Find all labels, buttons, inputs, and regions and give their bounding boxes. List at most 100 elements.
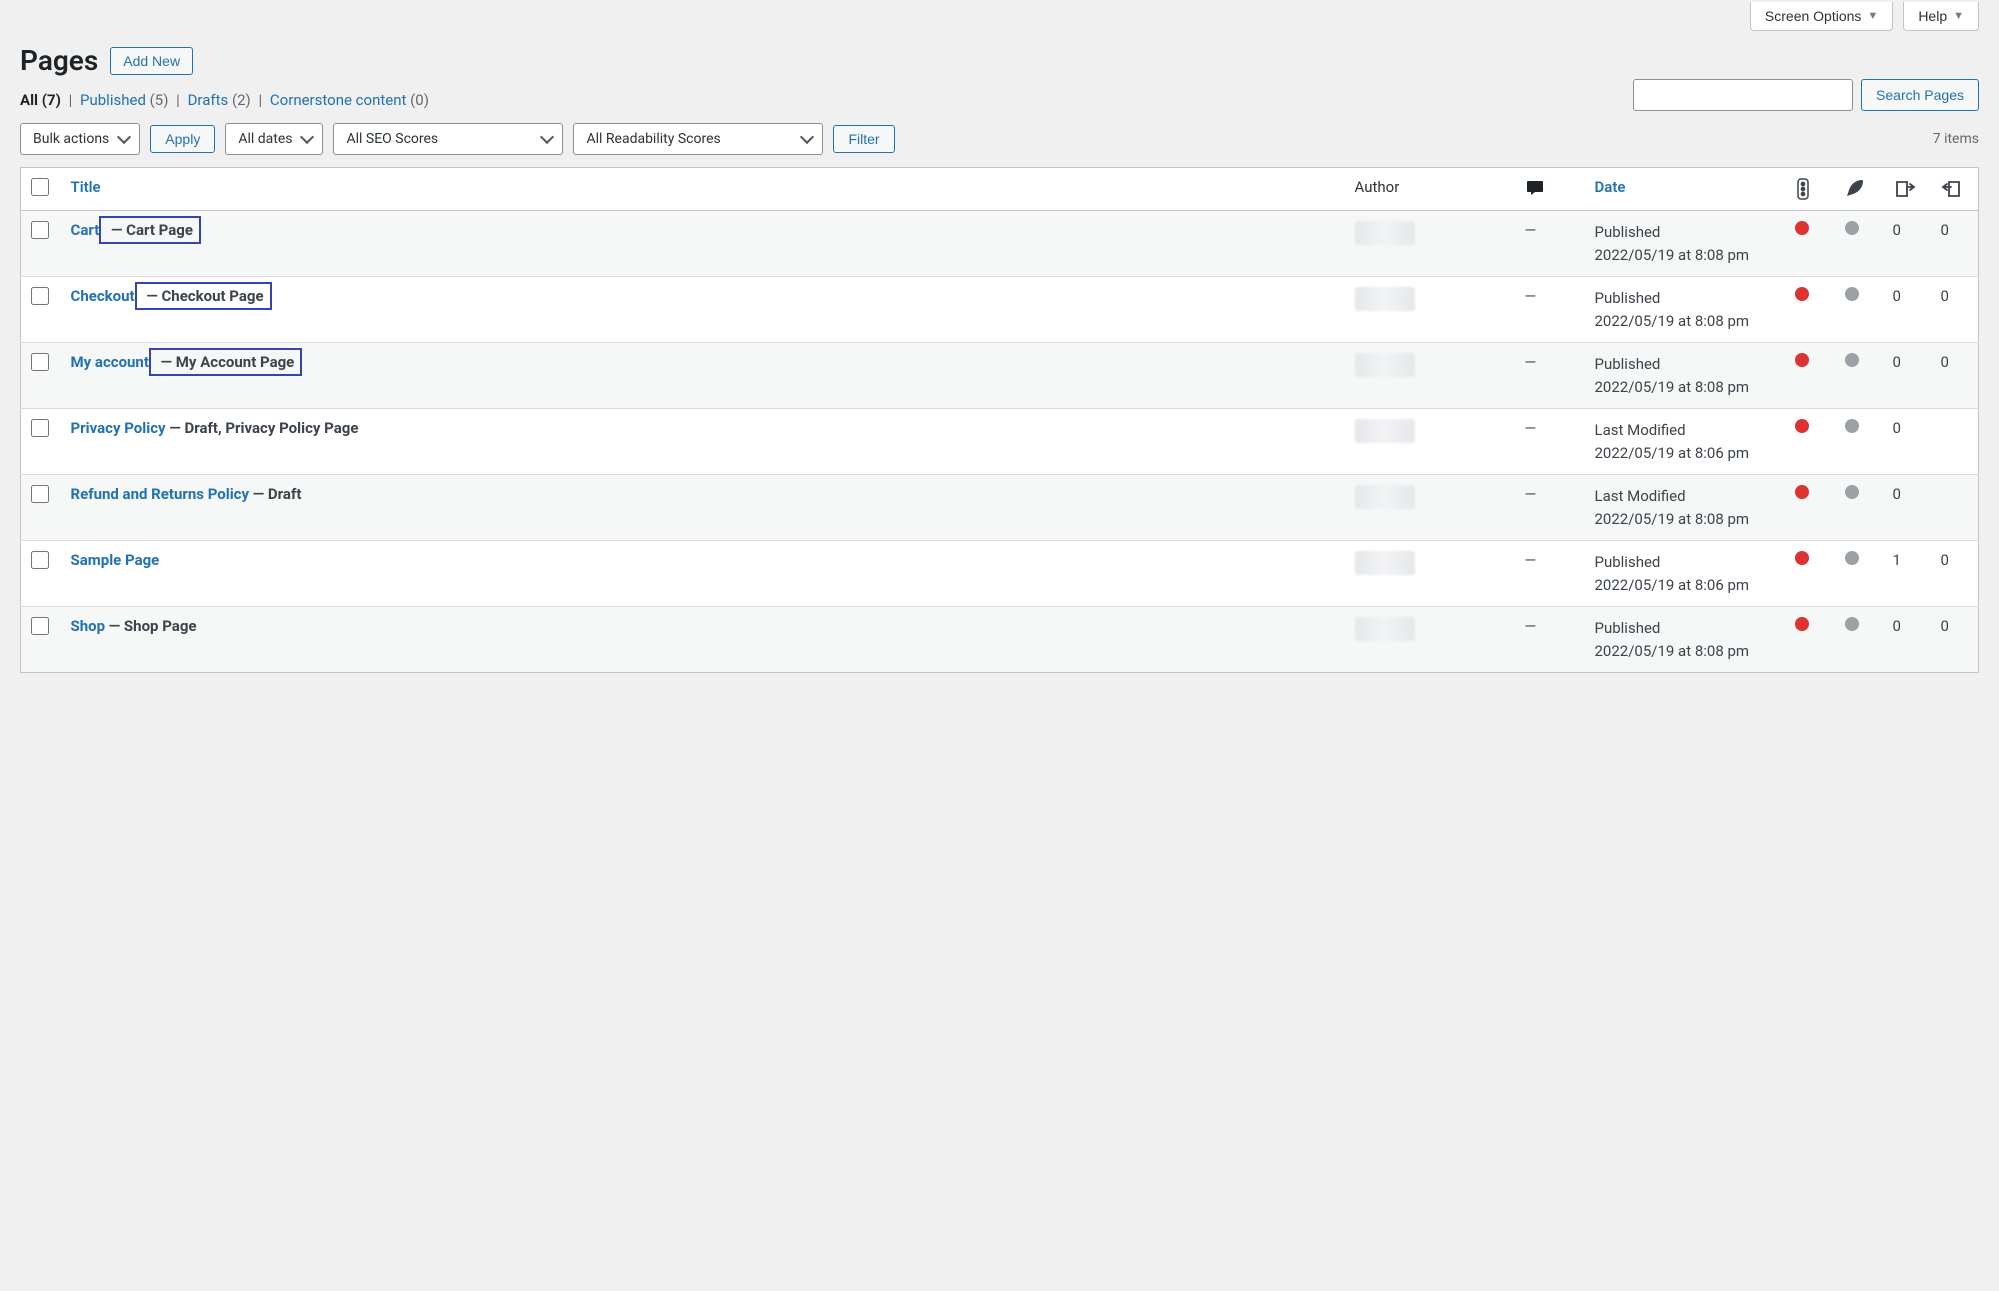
comment-count: — xyxy=(1525,617,1537,635)
item-count: 7 items xyxy=(1933,131,1979,147)
filter-published[interactable]: Published xyxy=(80,91,146,109)
col-outgoing-links[interactable] xyxy=(1883,168,1931,211)
author-blurred xyxy=(1355,353,1415,377)
readability-select[interactable]: All Readability Scores xyxy=(573,123,823,155)
outgoing-count: 0 xyxy=(1893,419,1901,437)
date-status: Published xyxy=(1595,619,1661,637)
seo-dot xyxy=(1795,287,1809,301)
chevron-down-icon: ▼ xyxy=(1867,10,1878,22)
comment-count: — xyxy=(1525,353,1537,371)
readability-dot xyxy=(1845,353,1859,367)
page-state: — Shop Page xyxy=(105,617,196,635)
comment-count: — xyxy=(1525,551,1537,569)
filter-all[interactable]: All (7) xyxy=(20,91,61,109)
row-checkbox[interactable] xyxy=(31,617,49,635)
dates-select[interactable]: All dates xyxy=(225,123,323,155)
help-button[interactable]: Help ▼ xyxy=(1903,2,1979,31)
page-title-link[interactable]: Shop xyxy=(71,617,106,635)
date-value: 2022/05/19 at 8:08 pm xyxy=(1595,312,1750,330)
seo-score-select[interactable]: All SEO Scores xyxy=(333,123,563,155)
screen-options-button[interactable]: Screen Options ▼ xyxy=(1750,2,1893,31)
col-seo[interactable] xyxy=(1785,168,1835,211)
date-value: 2022/05/19 at 8:08 pm xyxy=(1595,642,1750,660)
help-label: Help xyxy=(1918,8,1947,24)
outgoing-count: 0 xyxy=(1893,287,1901,305)
outgoing-count: 0 xyxy=(1893,353,1901,371)
outgoing-count: 0 xyxy=(1893,485,1901,503)
page-state: — Draft xyxy=(249,485,301,503)
filter-cornerstone[interactable]: Cornerstone content xyxy=(270,91,406,109)
page-title-link[interactable]: Sample Page xyxy=(71,551,160,569)
filter-drafts[interactable]: Drafts xyxy=(188,91,229,109)
author-blurred xyxy=(1355,485,1415,509)
col-comments[interactable] xyxy=(1515,168,1585,211)
col-author: Author xyxy=(1345,168,1515,211)
author-blurred xyxy=(1355,221,1415,245)
search-pages-button[interactable]: Search Pages xyxy=(1861,79,1979,111)
table-row: Privacy Policy — Draft, Privacy Policy P… xyxy=(21,409,1979,475)
incoming-count: 0 xyxy=(1941,551,1949,569)
chevron-down-icon: ▼ xyxy=(1953,10,1964,22)
seo-dot xyxy=(1795,485,1809,499)
row-checkbox[interactable] xyxy=(31,551,49,569)
outgoing-count: 1 xyxy=(1893,551,1901,569)
incoming-count: 0 xyxy=(1941,221,1949,239)
add-new-button[interactable]: Add New xyxy=(110,47,193,75)
page-title-link[interactable]: My account xyxy=(71,353,149,371)
row-checkbox[interactable] xyxy=(31,221,49,239)
row-checkbox[interactable] xyxy=(31,485,49,503)
page-state: — Cart Page xyxy=(99,216,201,244)
screen-options-label: Screen Options xyxy=(1765,8,1862,24)
seo-dot xyxy=(1795,353,1809,367)
table-row: My account — My Account Page—Published20… xyxy=(21,343,1979,409)
comment-count: — xyxy=(1525,419,1537,437)
page-state: — Checkout Page xyxy=(135,282,272,310)
comment-icon xyxy=(1525,178,1545,196)
page-title-link[interactable]: Privacy Policy xyxy=(71,419,166,437)
table-row: Checkout — Checkout Page—Published2022/0… xyxy=(21,277,1979,343)
date-value: 2022/05/19 at 8:06 pm xyxy=(1595,444,1750,462)
page-title: Pages xyxy=(20,44,98,77)
comment-count: — xyxy=(1525,485,1537,503)
col-incoming-links[interactable] xyxy=(1931,168,1979,211)
table-row: Refund and Returns Policy — Draft—Last M… xyxy=(21,475,1979,541)
date-value: 2022/05/19 at 8:08 pm xyxy=(1595,378,1750,396)
readability-dot xyxy=(1845,485,1859,499)
incoming-count: 0 xyxy=(1941,353,1949,371)
select-all-checkbox[interactable] xyxy=(31,178,49,196)
author-blurred xyxy=(1355,551,1415,575)
feather-icon xyxy=(1845,178,1865,196)
seo-dot xyxy=(1795,419,1809,433)
author-blurred xyxy=(1355,287,1415,311)
page-title-link[interactable]: Cart xyxy=(71,221,100,239)
author-blurred xyxy=(1355,617,1415,641)
pages-table: Title Author Date xyxy=(20,167,1979,673)
outgoing-link-icon xyxy=(1893,179,1915,197)
date-value: 2022/05/19 at 8:08 pm xyxy=(1595,510,1750,528)
readability-dot xyxy=(1845,221,1859,235)
date-status: Published xyxy=(1595,223,1661,241)
bulk-actions-select[interactable]: Bulk actions xyxy=(20,123,140,155)
row-checkbox[interactable] xyxy=(31,353,49,371)
apply-button[interactable]: Apply xyxy=(150,125,215,153)
page-state: — Draft, Privacy Policy Page xyxy=(166,419,359,437)
col-readability[interactable] xyxy=(1835,168,1883,211)
outgoing-count: 0 xyxy=(1893,617,1901,635)
search-input[interactable] xyxy=(1633,79,1853,111)
traffic-light-icon xyxy=(1795,179,1811,197)
date-status: Published xyxy=(1595,355,1661,373)
row-checkbox[interactable] xyxy=(31,419,49,437)
page-title-link[interactable]: Refund and Returns Policy xyxy=(71,485,250,503)
author-blurred xyxy=(1355,419,1415,443)
date-status: Published xyxy=(1595,289,1661,307)
col-title[interactable]: Title xyxy=(71,178,101,196)
table-row: Shop — Shop Page — Published 2022/05/19 at … xyxy=(21,607,1979,673)
page-title-link[interactable]: Checkout xyxy=(71,287,135,305)
readability-dot xyxy=(1845,617,1859,631)
comment-count: — xyxy=(1525,221,1537,239)
filter-button[interactable]: Filter xyxy=(833,125,894,153)
seo-dot xyxy=(1795,617,1809,631)
col-date[interactable]: Date xyxy=(1595,178,1626,196)
readability-dot xyxy=(1845,419,1859,433)
row-checkbox[interactable] xyxy=(31,287,49,305)
